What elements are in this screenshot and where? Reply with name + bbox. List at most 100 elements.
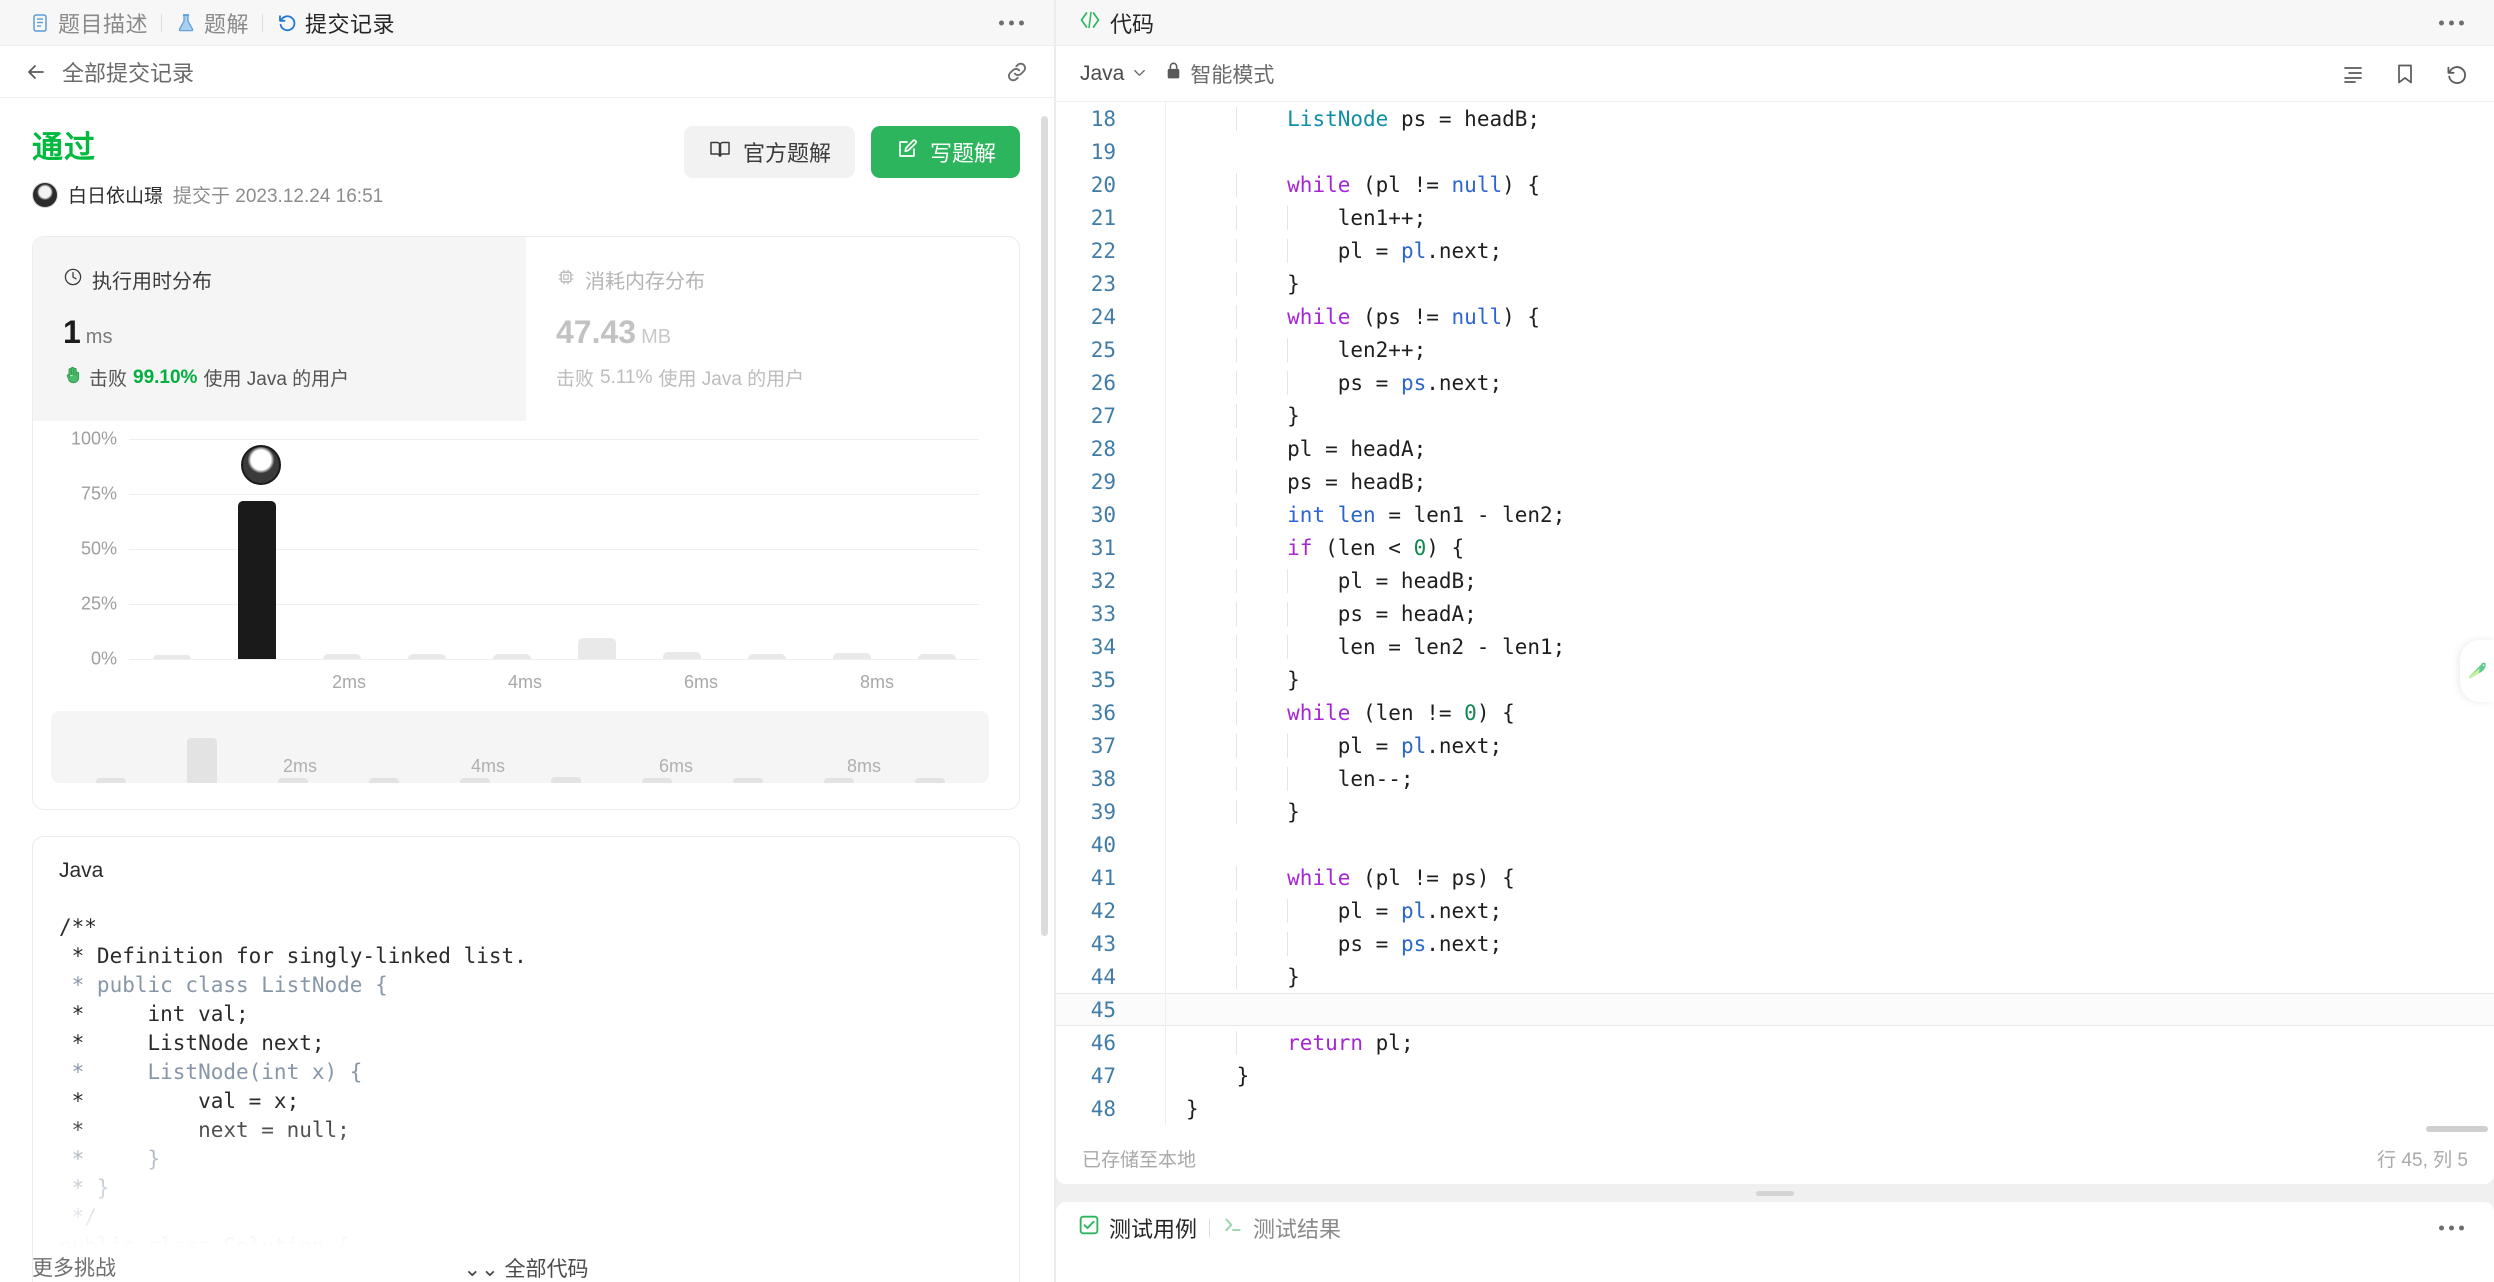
chart-bar[interactable] — [322, 653, 361, 659]
all-submissions-link[interactable]: 全部提交记录 — [62, 56, 194, 88]
back-arrow-icon[interactable] — [22, 58, 50, 86]
minimap-bar-cell[interactable] — [338, 711, 429, 783]
indent-guide — [1236, 568, 1238, 593]
editor-line-code: ps = ps.next; — [1166, 931, 1502, 956]
editor-line-row[interactable]: 47 } — [1056, 1059, 2494, 1092]
tab-problem-description[interactable]: 题目描述 — [20, 0, 157, 46]
editor-line-row[interactable]: 39 } — [1056, 795, 2494, 828]
editor-line-row[interactable]: 38 len--; — [1056, 762, 2494, 795]
link-icon[interactable] — [1002, 57, 1032, 87]
editor-line-row[interactable]: 24 while (ps != null) { — [1056, 300, 2494, 333]
editor-line-row[interactable]: 37 pl = pl.next; — [1056, 729, 2494, 762]
reset-code-icon[interactable] — [2444, 61, 2470, 87]
chart-bar-cell[interactable] — [469, 439, 554, 659]
chart-bar[interactable] — [492, 653, 531, 659]
submission-scroll-area[interactable]: 通过 白日依山璟 提交于 2023.12.24 16:51 官方题解 写题解 执… — [0, 98, 1054, 1282]
memory-value: 47.43 MB — [556, 314, 989, 351]
editor-line-row[interactable]: 26 ps = ps.next; — [1056, 366, 2494, 399]
minimap-bar-cell[interactable] — [156, 711, 247, 783]
write-solution-label: 写题解 — [929, 141, 996, 166]
editor-line-row[interactable]: 48} — [1056, 1092, 2494, 1125]
editor-line-row[interactable]: 31 if (len < 0) { — [1056, 531, 2494, 564]
chart-bar-cell[interactable] — [894, 439, 979, 659]
chart-bar-cell[interactable] — [554, 439, 639, 659]
chart-bar[interactable] — [662, 652, 701, 659]
tab-test-result[interactable]: 测试结果 — [1222, 1212, 1341, 1244]
chart-bar-cell[interactable] — [724, 439, 809, 659]
minimap-bar-cell[interactable] — [65, 711, 156, 783]
editor-horizontal-scrollbar[interactable] — [2426, 1126, 2488, 1132]
testcase-more-button[interactable] — [2431, 1218, 2472, 1239]
editor-line-row[interactable]: 22 pl = pl.next; — [1056, 234, 2494, 267]
minimap-bar-cell[interactable] — [520, 711, 611, 783]
chart-bar[interactable] — [407, 654, 446, 659]
format-code-icon[interactable] — [2340, 61, 2366, 87]
editor-line-row[interactable]: 19 — [1056, 135, 2494, 168]
runtime-stat-box[interactable]: 执行用时分布 1 ms 击败 99.10% 使用 Java 的用户 — [33, 237, 526, 421]
editor-line-row[interactable]: 30 int len = len1 - len2; — [1056, 498, 2494, 531]
editor-line-code: pl = headB; — [1166, 568, 1477, 593]
editor-line-row[interactable]: 44 } — [1056, 960, 2494, 993]
editor-line-row[interactable]: 41 while (pl != ps) { — [1056, 861, 2494, 894]
tab-solutions[interactable]: 题解 — [166, 0, 258, 46]
official-solution-button[interactable]: 官方题解 — [683, 126, 855, 178]
editor-line-number: 21 — [1090, 205, 1116, 230]
memory-stat-box[interactable]: 消耗内存分布 47.43 MB 击败 5.11% 使用 Java 的用户 — [526, 237, 1019, 421]
editor-line-row[interactable]: 33 ps = headA; — [1056, 597, 2494, 630]
code-token: if — [1287, 535, 1313, 560]
tab-testcase[interactable]: 测试用例 — [1078, 1212, 1197, 1244]
chart-bar[interactable] — [152, 654, 191, 659]
tab-submissions[interactable]: 提交记录 — [267, 0, 404, 46]
editor-line-row[interactable]: 28 pl = headA; — [1056, 432, 2494, 465]
editor-line-row[interactable]: 32 pl = headB; — [1056, 564, 2494, 597]
chart-bar-cell[interactable] — [384, 439, 469, 659]
editor-line-row[interactable]: 29 ps = headB; — [1056, 465, 2494, 498]
chart-bar-cell[interactable] — [299, 439, 384, 659]
editor-line-row[interactable]: 23 } — [1056, 267, 2494, 300]
editor-line-row[interactable]: 21 len1++; — [1056, 201, 2494, 234]
editor-line-row[interactable]: 18 ListNode ps = headB; — [1056, 102, 2494, 135]
editor-line-code: len--; — [1166, 766, 1414, 791]
minimap-bar-cell[interactable] — [702, 711, 793, 783]
bookmark-icon[interactable] — [2392, 61, 2418, 87]
code-line: * ListNode next; — [59, 1031, 325, 1055]
chart-minimap[interactable]: 2ms 4ms 6ms 8ms — [51, 711, 989, 783]
editor-line-row[interactable]: 36 while (len != 0) { — [1056, 696, 2494, 729]
editor-line-row[interactable]: 20 while (pl != null) { — [1056, 168, 2494, 201]
scrollbar-thumb[interactable] — [1041, 116, 1048, 936]
editor-line-number: 29 — [1090, 469, 1116, 494]
editor-line-row[interactable]: 34 len = len2 - len1; — [1056, 630, 2494, 663]
language-selector[interactable]: Java — [1080, 62, 1147, 86]
editor-line-row[interactable]: 45 — [1056, 993, 2494, 1026]
editor-line-row[interactable]: 35 } — [1056, 663, 2494, 696]
minimap-bar-cell[interactable] — [884, 711, 975, 783]
chart-bar-cell[interactable] — [809, 439, 894, 659]
left-panel-scrollbar[interactable] — [1041, 116, 1048, 1156]
chart-user-avatar-marker[interactable] — [241, 445, 281, 486]
chart-bar-cell[interactable] — [639, 439, 724, 659]
editor-line-row[interactable]: 42 pl = pl.next; — [1056, 894, 2494, 927]
editor-line-row[interactable]: 40 — [1056, 828, 2494, 861]
smart-mode-toggle[interactable]: 智能模式 — [1165, 59, 1274, 89]
splitter-handle[interactable] — [1756, 1190, 1794, 1196]
chart-bar[interactable] — [832, 652, 871, 659]
author-name[interactable]: 白日依山璟 — [68, 181, 163, 208]
beat-percent: 99.10% — [133, 366, 198, 388]
editor-line-row[interactable]: 46 return pl; — [1056, 1026, 2494, 1059]
editor-line-row[interactable]: 25 len2++; — [1056, 333, 2494, 366]
code-panel-more-button[interactable] — [2431, 12, 2472, 33]
editor-line-row[interactable]: 27 } — [1056, 399, 2494, 432]
code-token: pl = — [1337, 733, 1401, 758]
panel-splitter[interactable] — [1056, 1184, 2494, 1202]
write-solution-button[interactable]: 写题解 — [870, 126, 1020, 178]
chart-bar[interactable] — [237, 500, 276, 659]
assistant-bird-icon[interactable] — [2460, 640, 2494, 702]
editor-line-row[interactable]: 43 ps = ps.next; — [1056, 927, 2494, 960]
expand-all-code-button[interactable]: ⌄⌄ 全部代码 — [33, 1253, 1019, 1282]
chart-bar[interactable] — [747, 654, 786, 659]
chart-bar-cell[interactable] — [129, 439, 214, 659]
chart-bar[interactable] — [917, 654, 956, 659]
code-editor[interactable]: 18 ListNode ps = headB; 19 20 while (pl !=… — [1056, 102, 2494, 1132]
left-panel-more-button[interactable] — [991, 12, 1032, 33]
chart-bar[interactable] — [577, 638, 616, 659]
